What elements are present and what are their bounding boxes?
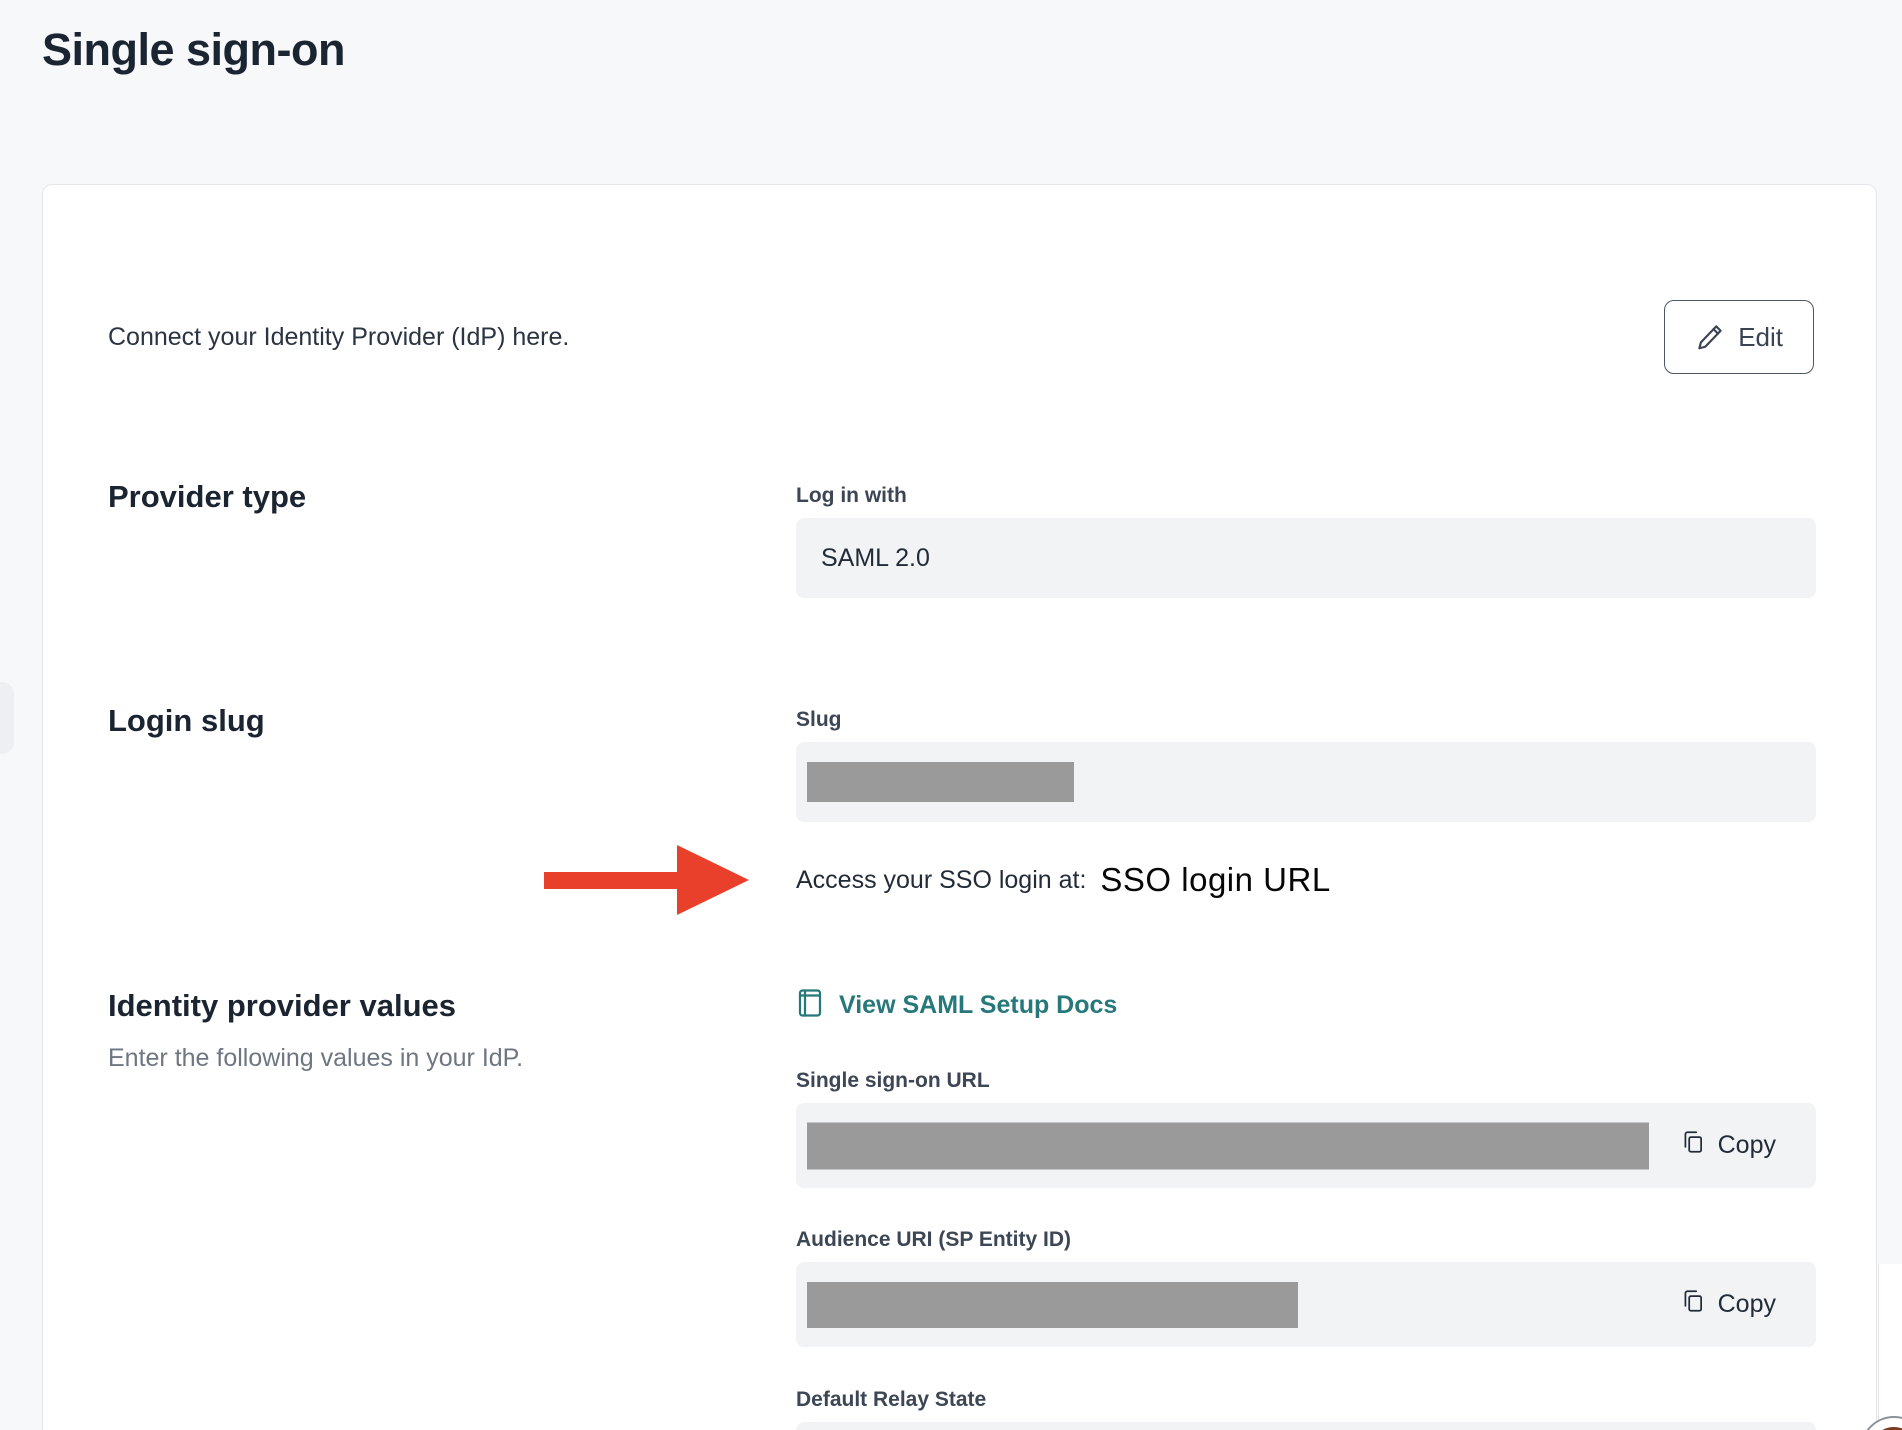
edit-button-label: Edit [1738, 322, 1783, 353]
slug-field [796, 742, 1816, 822]
copy-button-label: Copy [1718, 1290, 1776, 1319]
intro-text: Connect your Identity Provider (IdP) her… [108, 323, 569, 352]
provider-type-value: SAML 2.0 [821, 544, 930, 573]
idp-values-description: Enter the following values in your IdP. [108, 1044, 796, 1073]
slug-redaction-bar [807, 762, 1074, 802]
copy-button-label: Copy [1718, 1131, 1776, 1160]
idp-values-section: Identity provider values Enter the follo… [108, 986, 1814, 1430]
login-slug-heading: Login slug [108, 701, 796, 741]
idp-values-heading: Identity provider values [108, 986, 796, 1026]
copy-sso-url-button[interactable]: Copy [1680, 1128, 1776, 1163]
provider-type-field: SAML 2.0 [796, 518, 1816, 598]
audience-uri-field: Copy [796, 1262, 1816, 1347]
audience-uri-label: Audience URI (SP Entity ID) [796, 1227, 1816, 1253]
slug-label: Slug [796, 707, 1816, 733]
sso-login-url-annotation: SSO login URL [1100, 861, 1330, 899]
sso-url-field: Copy [796, 1103, 1816, 1188]
copy-icon [1680, 1287, 1706, 1322]
sso-settings-card: Connect your Identity Provider (IdP) her… [42, 184, 1877, 1430]
red-arrow-annotation [544, 845, 749, 915]
relay-state-field: bigproject Copy [796, 1422, 1816, 1430]
login-slug-section: Login slug Slug Access your SSO login at… [108, 701, 1814, 904]
page-title: Single sign-on [42, 24, 1902, 76]
edge-tab [0, 682, 14, 754]
edit-button[interactable]: Edit [1664, 300, 1814, 374]
provider-type-heading: Provider type [108, 477, 796, 517]
sso-url-redaction-bar [807, 1122, 1649, 1169]
pencil-icon [1695, 322, 1725, 352]
document-icon [796, 988, 824, 1023]
right-edge-panel [1878, 1264, 1902, 1430]
audience-uri-redaction-bar [807, 1282, 1298, 1328]
intro-row: Connect your Identity Provider (IdP) her… [108, 300, 1814, 374]
login-with-label: Log in with [796, 483, 1816, 509]
saml-docs-link[interactable]: View SAML Setup Docs [796, 988, 1816, 1023]
sso-url-label: Single sign-on URL [796, 1068, 1816, 1094]
saml-docs-link-label: View SAML Setup Docs [839, 991, 1117, 1020]
copy-icon [1680, 1128, 1706, 1163]
copy-audience-uri-button[interactable]: Copy [1680, 1287, 1776, 1322]
access-login-prefix: Access your SSO login at: [796, 866, 1086, 895]
provider-type-section: Provider type Log in with SAML 2.0 [108, 477, 1814, 598]
access-login-row: Access your SSO login at: SSO login URL [796, 856, 1816, 904]
relay-state-label: Default Relay State [796, 1387, 1816, 1413]
